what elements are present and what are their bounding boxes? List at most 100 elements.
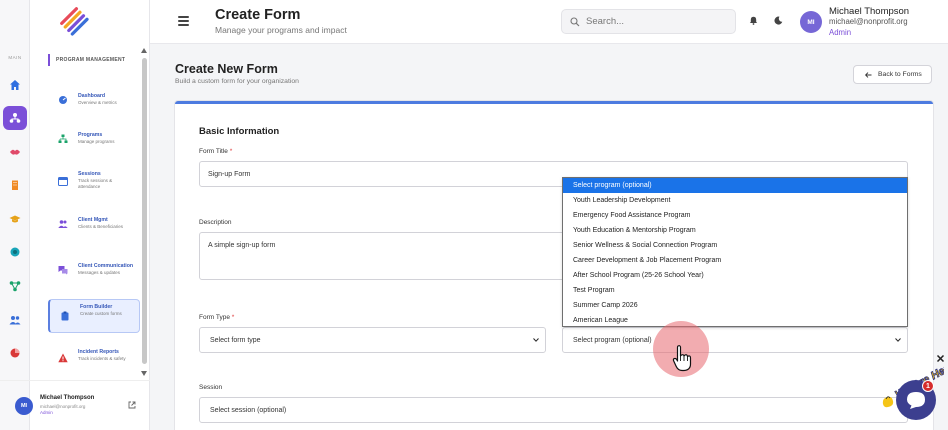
sidebar-item-subtitle: Track incidents & safety (78, 356, 126, 361)
sidebar-item-form-builder[interactable]: Form Builder Create custom forms (48, 299, 140, 333)
menu-icon[interactable] (178, 16, 189, 26)
rail-home[interactable] (3, 73, 27, 97)
dropdown-option[interactable]: Select program (optional) (563, 178, 907, 193)
program-dropdown-list[interactable]: Select program (optional) Youth Leadersh… (562, 177, 908, 327)
rail-reports[interactable] (3, 341, 27, 365)
sidebar-item-subtitle: Track sessions & attendance (78, 178, 113, 189)
sidebar-item-title: Dashboard (78, 93, 106, 99)
session-select[interactable]: Select session (optional) (199, 397, 908, 423)
avatar[interactable]: MI (800, 11, 822, 33)
sidebar-user-name: Michael Thompson (40, 395, 95, 401)
rail-global[interactable] (3, 240, 27, 264)
gauge-icon (59, 95, 67, 104)
sidebar-item-client-mgmt[interactable]: Client Mgmt Clients & Beneficiaries (48, 213, 140, 234)
header-title: Create Form (215, 7, 301, 23)
search-icon (570, 17, 580, 27)
graduation-cap-icon (9, 215, 21, 223)
icon-rail: MAIN (0, 0, 30, 430)
sidebar-item-subtitle: Overview & metrics (78, 100, 117, 105)
building-icon (12, 180, 18, 190)
moon-icon[interactable] (774, 16, 783, 25)
program-select[interactable]: Select program (optional) (562, 327, 908, 353)
network-icon (9, 281, 21, 292)
label-text: Form Type (199, 314, 230, 321)
rail-users[interactable] (3, 308, 27, 332)
sidebar-item-title: Form Builder (80, 304, 113, 310)
rail-education[interactable] (3, 207, 27, 231)
pie-chart-icon (10, 348, 20, 358)
avatar: MI (15, 397, 33, 415)
calendar-icon (58, 176, 68, 186)
back-button-label: Back to Forms (878, 71, 922, 78)
dropdown-option[interactable]: Youth Education & Mentorship Program (563, 223, 907, 238)
rail-network[interactable] (3, 274, 27, 298)
search-box[interactable] (561, 9, 736, 34)
form-type-label: Form Type * (199, 314, 234, 321)
sitemap-icon (58, 134, 68, 143)
dropdown-option[interactable]: Test Program (563, 283, 907, 298)
scroll-up-icon[interactable] (141, 48, 147, 53)
sidebar-item-title: Sessions (78, 171, 101, 177)
sidebar-user-role: Admin (40, 410, 53, 415)
form-type-select[interactable]: Select form type (199, 327, 546, 353)
dropdown-option[interactable]: American League (563, 313, 907, 328)
sidebar-item-subtitle: Clients & Beneficiaries (78, 224, 124, 229)
header-subtitle: Manage your programs and impact (215, 25, 347, 35)
header-user-name: Michael Thompson (829, 6, 910, 17)
scroll-down-icon[interactable] (141, 371, 147, 376)
arrow-left-icon (865, 71, 872, 78)
form-type-value: Select form type (210, 336, 261, 344)
users-icon (58, 219, 68, 228)
header-user-role: Admin (829, 28, 852, 37)
sidebar-scrollbar[interactable] (141, 48, 148, 376)
pointer-hand-icon (672, 345, 692, 372)
sidebar-item-sessions[interactable]: Sessions Track sessions & attendance (48, 167, 140, 194)
page-subtitle: Build a custom form for your organizatio… (175, 78, 299, 85)
users-icon (9, 316, 21, 325)
sidebar-item-programs[interactable]: Programs Manage programs (48, 128, 140, 149)
chat-icon (58, 265, 68, 274)
dropdown-option[interactable]: After School Program (25-26 School Year) (563, 268, 907, 283)
app-logo-icon (60, 7, 89, 36)
description-label: Description (199, 219, 232, 226)
dropdown-option[interactable]: Career Development & Job Placement Progr… (563, 253, 907, 268)
rail-organizations[interactable] (3, 173, 27, 197)
bell-icon[interactable] (749, 16, 758, 25)
sidebar-item-client-communication[interactable]: Client Communication Messages & updates (48, 259, 140, 280)
rail-partners[interactable] (3, 140, 27, 164)
sidebar-item-title: Client Mgmt (78, 217, 108, 223)
sidebar-item-title: Programs (78, 132, 103, 138)
chevron-down-icon (533, 338, 539, 342)
dropdown-option[interactable]: Emergency Food Assistance Program (563, 208, 907, 223)
org-chart-icon (9, 113, 21, 123)
warning-icon (58, 353, 68, 363)
clipboard-icon (61, 311, 69, 321)
chat-bubble-icon (907, 392, 925, 409)
sidebar-item-title: Incident Reports (78, 349, 119, 355)
sidebar-item-subtitle: Manage programs (78, 139, 115, 144)
external-link-icon[interactable] (128, 401, 136, 409)
dropdown-option[interactable]: Senior Wellness & Social Connection Prog… (563, 238, 907, 253)
dropdown-option[interactable]: Summer Camp 2026 (563, 298, 907, 313)
section-title: Basic Information (199, 126, 280, 137)
required-mark: * (229, 148, 233, 155)
sidebar-item-subtitle: Create custom forms (80, 311, 122, 316)
sidebar-section-title: PROGRAM MANAGEMENT (48, 54, 125, 66)
search-input[interactable] (586, 13, 726, 30)
dropdown-option[interactable]: Youth Leadership Development (563, 193, 907, 208)
sidebar-item-subtitle: Messages & updates (78, 270, 121, 275)
scroll-thumb[interactable] (142, 58, 147, 364)
sidebar-user-card: MI Michael Thompson michael@nonprofit.or… (0, 380, 150, 430)
handshake-icon (10, 149, 20, 155)
session-label: Session (199, 384, 223, 391)
required-mark: * (231, 314, 235, 321)
home-icon (10, 80, 20, 90)
notification-badge: 1 (922, 380, 934, 392)
top-header: Create Form Manage your programs and imp… (150, 0, 948, 44)
back-to-forms-button[interactable]: Back to Forms (853, 65, 932, 84)
rail-programs[interactable] (3, 106, 27, 130)
rail-section-label: MAIN (8, 55, 22, 60)
sidebar-item-incident-reports[interactable]: Incident Reports Track incidents & safet… (48, 345, 140, 371)
sidebar-item-dashboard[interactable]: Dashboard Overview & metrics (48, 89, 140, 110)
label-text: Form Title (199, 148, 228, 155)
